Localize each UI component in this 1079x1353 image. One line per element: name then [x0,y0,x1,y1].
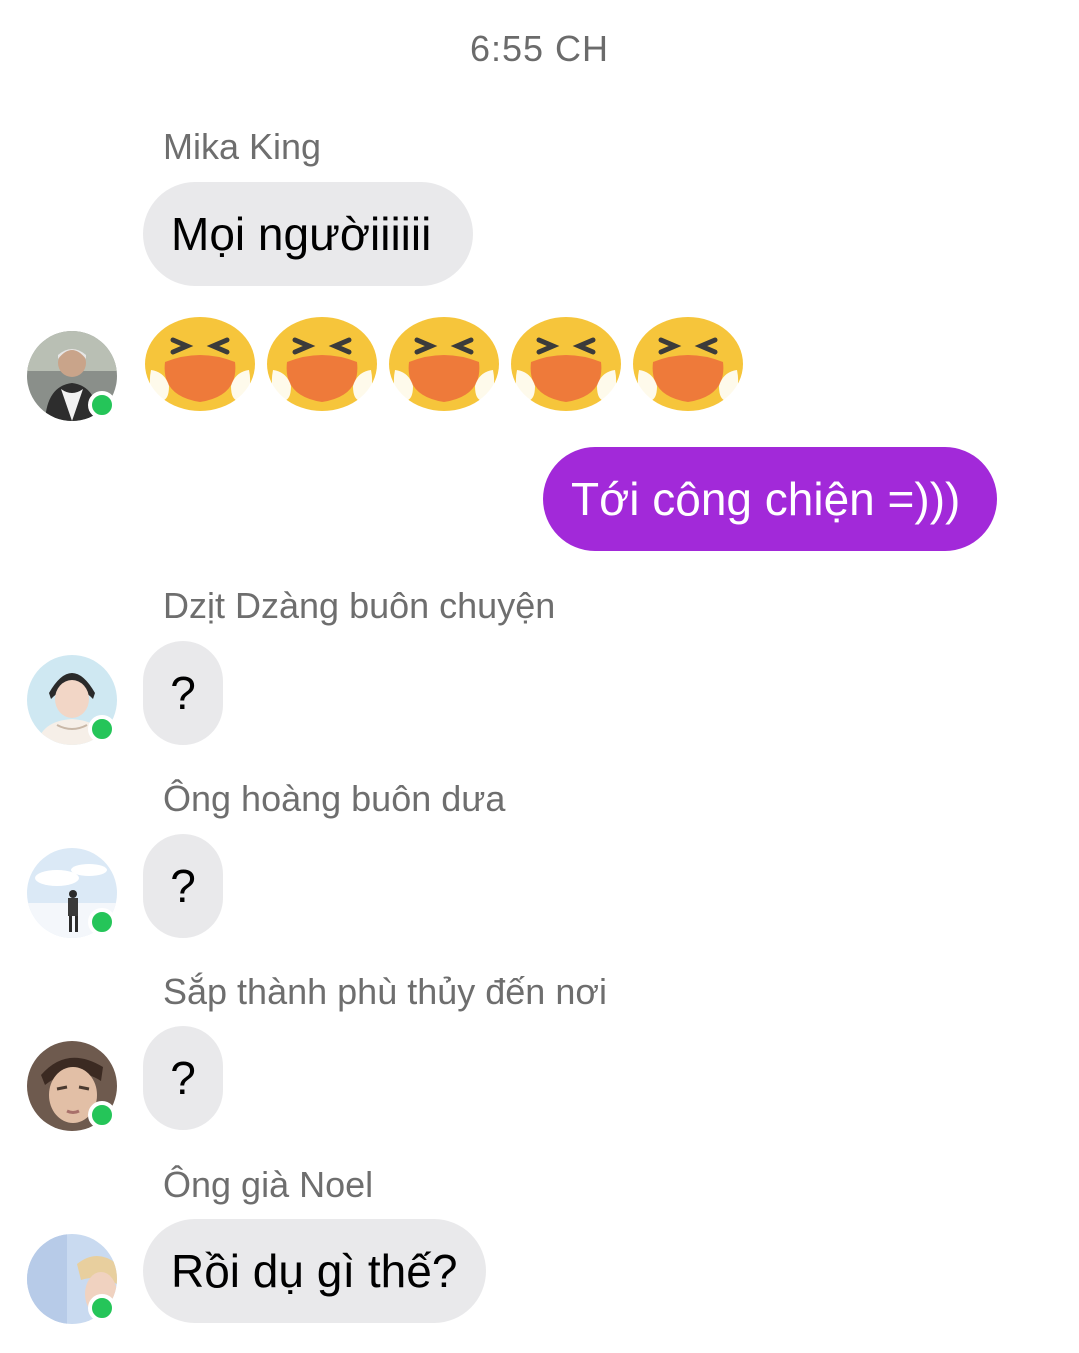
sender-name: Dzịt Dzàng buôn chuyện [163,585,556,626]
sender-name: Ông già Noel [163,1164,374,1205]
online-status-dot [88,1294,116,1322]
sender-name: Mika King [163,126,322,167]
message-bubble[interactable]: ? [143,641,223,745]
online-status-dot [88,908,116,936]
message-bubble[interactable]: ? [143,1026,223,1130]
online-status-dot [88,391,116,419]
loudly-crying-face-icon [265,312,379,412]
message-bubble[interactable]: Rồi dụ gì thế? [143,1219,486,1323]
online-status-dot [88,715,116,743]
loudly-crying-face-icon [387,312,501,412]
sender-name: Ông hoàng buôn dưa [163,778,506,819]
online-status-dot [88,1101,116,1129]
my-message-bubble[interactable]: Tới công chiện =))) [543,447,997,551]
loudly-crying-face-icon [143,312,257,412]
emoji-message[interactable] [143,312,745,412]
message-timestamp: 6:55 CH [469,28,610,69]
message-bubble[interactable]: ? [143,834,223,938]
loudly-crying-face-icon [631,312,745,412]
message-bubble[interactable]: Mọi ngườiiiiii [143,182,473,286]
sender-name: Sắp thành phù thủy đến nơi [163,971,607,1012]
loudly-crying-face-icon [509,312,623,412]
